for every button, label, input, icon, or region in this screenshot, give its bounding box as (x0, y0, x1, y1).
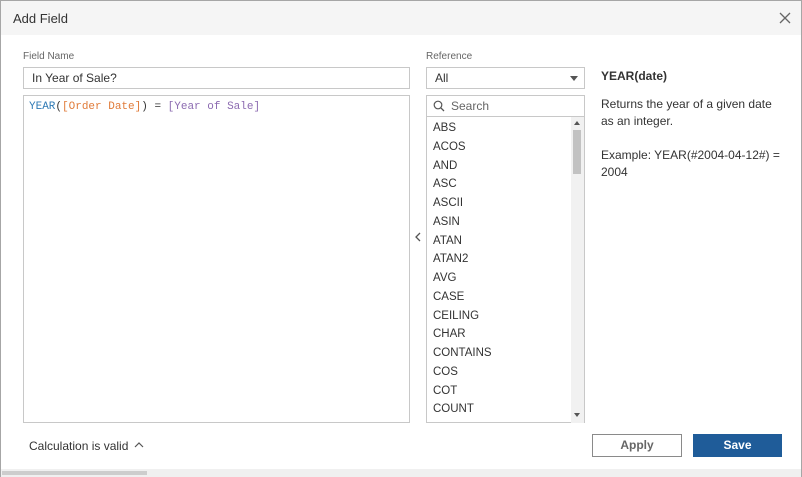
formula-close-paren: ) (141, 101, 148, 113)
field-name-input[interactable] (23, 67, 410, 89)
function-list-item[interactable]: AVG (433, 269, 456, 287)
field-name-label: Field Name (23, 51, 75, 62)
function-list-item[interactable]: ASCII (433, 194, 463, 212)
function-list-scrollbar[interactable] (571, 117, 584, 423)
add-field-dialog: Add Field Field Name YEAR([Order Date]) … (0, 0, 802, 477)
function-list-item[interactable]: CASE (433, 288, 464, 306)
function-list-item[interactable]: CHAR (433, 325, 466, 343)
close-icon[interactable] (777, 10, 793, 26)
function-list-item[interactable]: COUNT (433, 400, 474, 418)
function-list-item[interactable]: CEILING (433, 307, 479, 325)
function-list-item[interactable]: COS (433, 363, 458, 381)
help-example: Example: YEAR(#2004-04-12#) = 2004 (601, 148, 780, 179)
reference-selected: All (435, 71, 449, 85)
apply-button[interactable]: Apply (592, 434, 682, 457)
function-list: ABS ACOS AND ASC ASCII ASIN ATAN ATAN2 AVG CASE CE… (426, 117, 585, 423)
horizontal-scroll-thumb[interactable] (2, 471, 147, 475)
calculation-status[interactable]: Calculation is valid (29, 439, 128, 453)
scroll-down-icon[interactable] (574, 413, 580, 417)
formula-parameter: [Year of Sale] (167, 101, 261, 113)
function-list-item[interactable]: COUNTD (433, 419, 482, 422)
dialog-title: Add Field (13, 11, 68, 26)
function-list-item[interactable]: ASIN (433, 213, 460, 231)
function-list-item[interactable]: ACOS (433, 138, 466, 156)
chevron-up-icon[interactable] (134, 441, 144, 449)
function-list-item[interactable]: ABS (433, 119, 456, 137)
function-list-item[interactable]: CONTAINS (433, 344, 492, 362)
help-title: YEAR(date) (601, 69, 668, 83)
help-description: Returns the year of a given date as an i… (601, 97, 772, 128)
formula-operator: = (147, 101, 168, 113)
reference-dropdown[interactable]: All (426, 67, 585, 89)
formula-field: [Order Date] (62, 101, 142, 113)
function-list-item[interactable]: ATAN2 (433, 250, 468, 268)
save-button[interactable]: Save (693, 434, 782, 457)
function-list-item[interactable]: ASC (433, 175, 457, 193)
function-list-item[interactable]: AND (433, 157, 457, 175)
chevron-left-icon[interactable] (413, 231, 423, 243)
scroll-thumb[interactable] (573, 130, 581, 174)
dialog-titlebar: Add Field (1, 1, 801, 35)
function-search[interactable] (426, 95, 585, 117)
function-list-item[interactable]: COT (433, 382, 457, 400)
search-input[interactable] (451, 98, 579, 114)
function-list-item[interactable]: ATAN (433, 232, 462, 250)
calculation-editor[interactable]: YEAR([Order Date]) = [Year of Sale] (23, 95, 410, 423)
search-icon (433, 100, 445, 112)
reference-label: Reference (426, 51, 473, 62)
chevron-down-icon (570, 76, 578, 81)
horizontal-scrollbar[interactable] (1, 469, 801, 477)
scroll-up-icon[interactable] (574, 121, 580, 125)
formula-function: YEAR (29, 101, 56, 113)
